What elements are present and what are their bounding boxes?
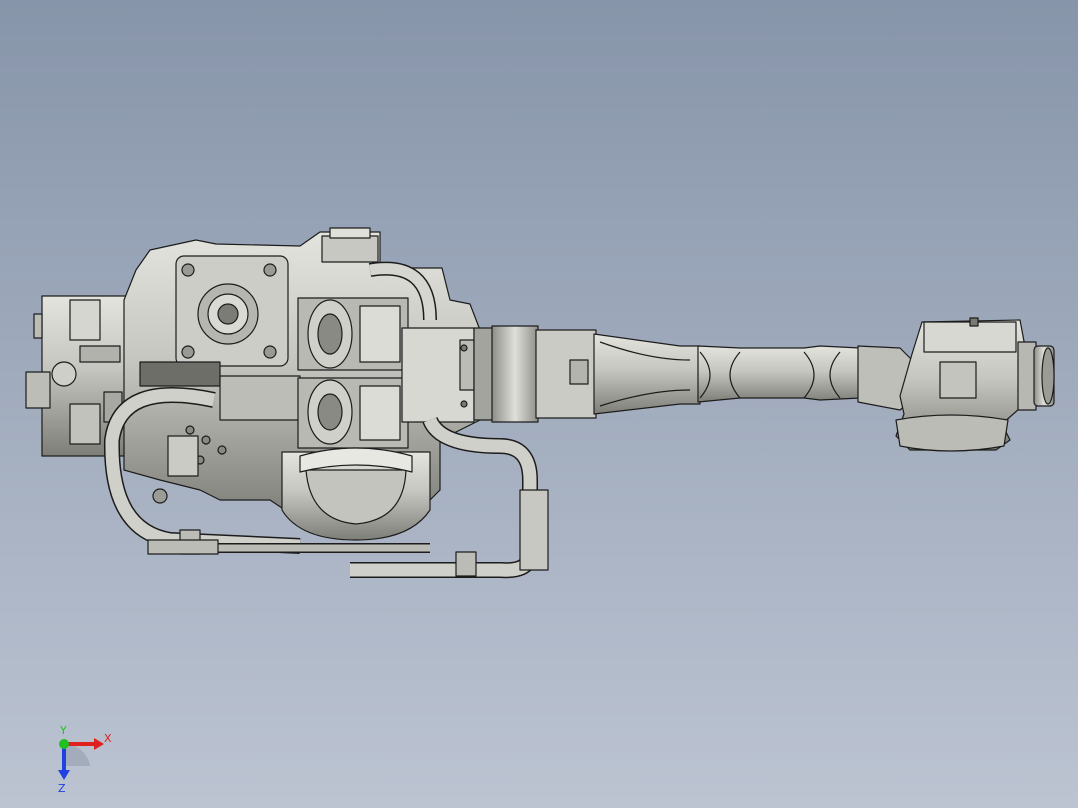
x-axis-label: X bbox=[104, 732, 112, 745]
graphics-viewport[interactable]: X Y Z bbox=[0, 0, 1078, 808]
triad-graphic: X Y Z bbox=[58, 724, 112, 795]
coordinate-triad: X Y Z bbox=[46, 724, 116, 796]
robot-arm-model[interactable] bbox=[0, 0, 1078, 808]
lower-housing bbox=[281, 447, 431, 541]
wrist-assembly bbox=[895, 317, 1055, 452]
shoulder-flange bbox=[473, 325, 597, 423]
arm-segment bbox=[593, 333, 913, 415]
y-axis-label: Y bbox=[59, 726, 67, 737]
z-axis-label: Z bbox=[58, 782, 66, 795]
